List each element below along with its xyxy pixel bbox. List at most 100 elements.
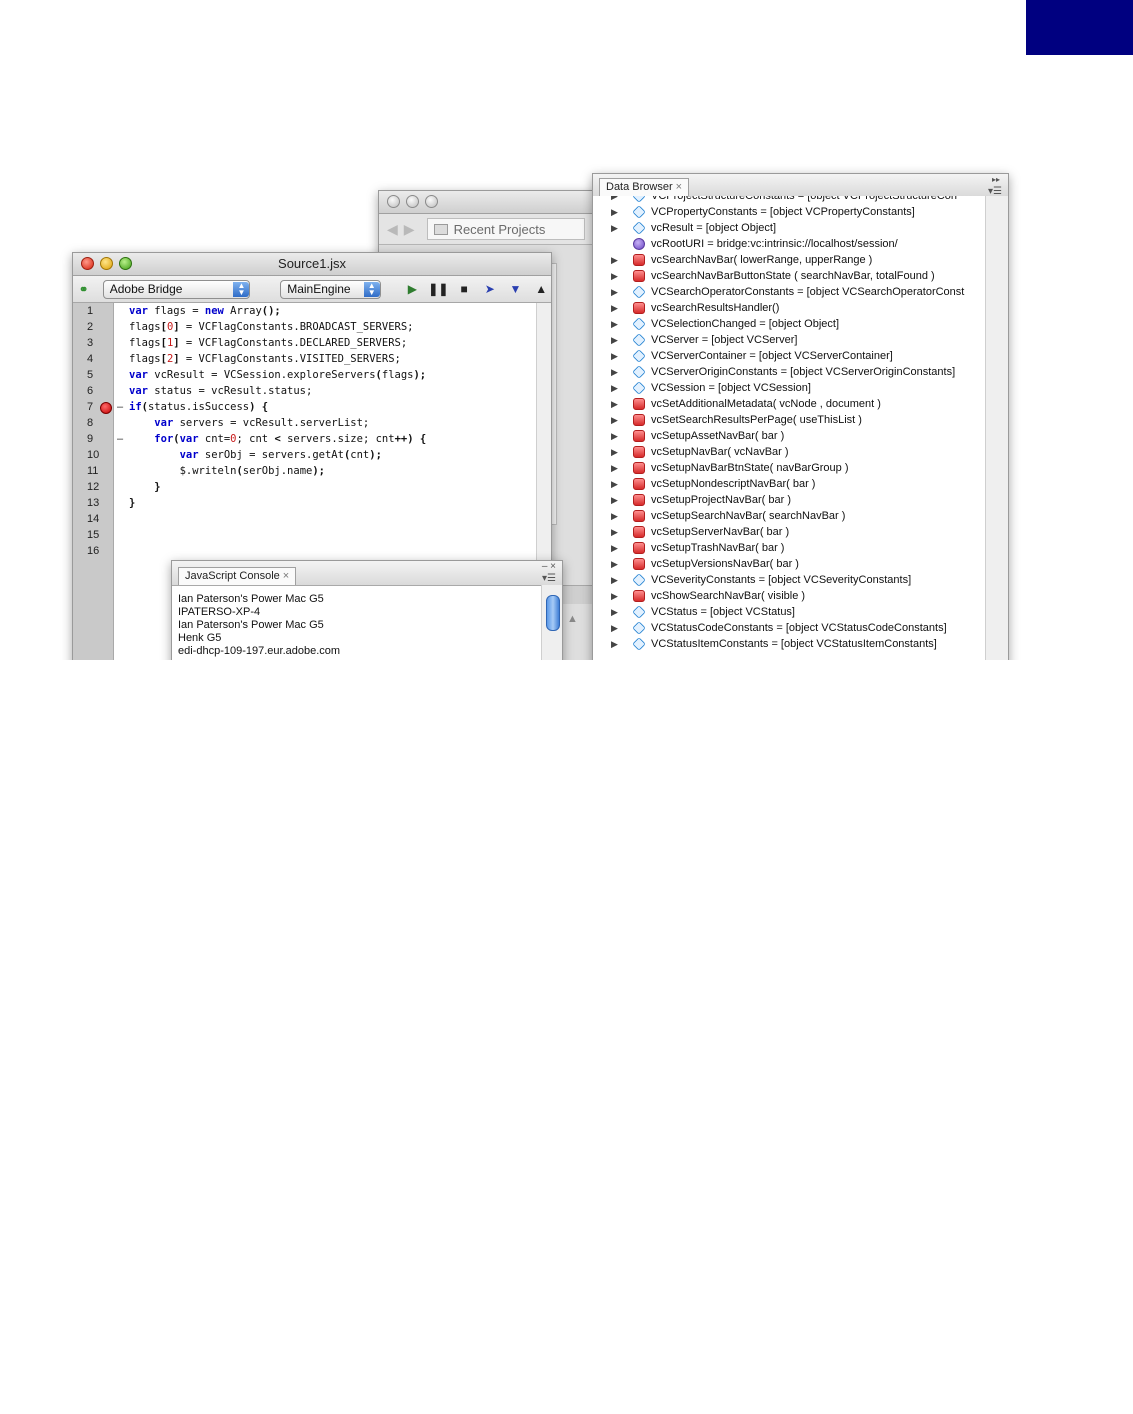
- close-icon[interactable]: [81, 257, 94, 270]
- disclosure-triangle-icon[interactable]: ▶: [611, 620, 618, 636]
- list-item[interactable]: ▶ vcShowSearchNavBar( visible ): [593, 588, 986, 604]
- disclosure-triangle-icon[interactable]: ▶: [611, 428, 618, 444]
- panel-minimize-close-icon[interactable]: – ×: [542, 561, 556, 572]
- disclosure-triangle-icon[interactable]: ▶: [611, 284, 618, 300]
- list-item[interactable]: ▶ vcSetupSearchNavBar( searchNavBar ): [593, 508, 986, 524]
- engine-select[interactable]: MainEngine ▲ ▼: [280, 279, 381, 299]
- disclosure-triangle-icon[interactable]: ▶: [611, 540, 618, 556]
- tab-javascript-console[interactable]: JavaScript Console ×: [178, 567, 297, 585]
- list-item[interactable]: ▶ VCServerContainer = [object VCServerCon…: [593, 348, 986, 364]
- disclosure-triangle-icon[interactable]: ▶: [611, 348, 618, 364]
- list-item[interactable]: ▶ VCSession = [object VCSession]: [593, 380, 986, 396]
- list-item[interactable]: ▶ vcSetupNavBarBtnState( navBarGroup ): [593, 460, 986, 476]
- list-item[interactable]: ▶ vcSetupNavBar( vcNavBar ): [593, 444, 986, 460]
- fold-icon[interactable]: –: [117, 431, 123, 447]
- link-icon[interactable]: ⚭: [79, 283, 97, 296]
- list-item[interactable]: ▶ vcSetupAssetNavBar( bar ): [593, 428, 986, 444]
- list-item[interactable]: ▶ VCServer = [object VCServer]: [593, 332, 986, 348]
- disclosure-triangle-icon[interactable]: ▶: [611, 204, 618, 220]
- stop-icon[interactable]: ■: [454, 282, 474, 296]
- disclosure-triangle-icon[interactable]: ▶: [611, 508, 618, 524]
- disclosure-triangle-icon[interactable]: ▶: [611, 300, 618, 316]
- panel-menu-icon[interactable]: ▾☰: [542, 573, 556, 584]
- close-icon[interactable]: ×: [283, 570, 289, 582]
- list-item[interactable]: ▶ vcSearchResultsHandler(): [593, 300, 986, 316]
- disclosure-triangle-icon[interactable]: ▶: [611, 524, 618, 540]
- disclosure-triangle-icon[interactable]: ▶: [611, 604, 618, 620]
- zoom-icon[interactable]: [119, 257, 132, 270]
- step-over-icon[interactable]: ➤: [480, 282, 500, 296]
- code-line: var status = vcResult.status;: [129, 385, 313, 397]
- code-line: var servers = vcResult.serverList;: [154, 417, 370, 429]
- disclosure-triangle-icon[interactable]: ▶: [611, 476, 618, 492]
- list-item[interactable]: ▶ vcSearchNavBar( lowerRange, upperRange …: [593, 252, 986, 268]
- data-browser-panel: Data Browser × ▸▸ ▾☰ ▶ VCProjectStructureC…: [592, 173, 1009, 675]
- scrollbar[interactable]: [985, 196, 1008, 674]
- object-icon: [632, 317, 646, 331]
- disclosure-triangle-icon[interactable]: ▶: [611, 364, 618, 380]
- disclosure-triangle-icon[interactable]: ▶: [611, 316, 618, 332]
- list-item[interactable]: vcRootURI = bridge:vc:intrinsic://localh…: [593, 236, 986, 252]
- list-item[interactable]: ▶ VCStatus = [object VCStatus]: [593, 604, 986, 620]
- code-line: var flags = new Array();: [129, 305, 281, 317]
- list-item[interactable]: ▶ vcSetAdditionalMetadata( vcNode , docum…: [593, 396, 986, 412]
- forward-arrow-icon[interactable]: ▶: [404, 221, 415, 238]
- step-into-icon[interactable]: ▼: [506, 282, 526, 296]
- list-item[interactable]: ▶ vcResult = [object Object]: [593, 220, 986, 236]
- list-item[interactable]: ▶ vcSearchNavBarButtonState ( searchNavBa…: [593, 268, 986, 284]
- disclosure-triangle-icon[interactable]: ▶: [611, 196, 618, 204]
- run-icon[interactable]: ▶: [403, 282, 423, 296]
- list-item[interactable]: ▶ VCServerOriginConstants = [object VCSer…: [593, 364, 986, 380]
- list-item-label: vcSetupSearchNavBar( searchNavBar ): [651, 510, 846, 522]
- disclosure-triangle-icon[interactable]: ▶: [611, 636, 618, 652]
- disclosure-triangle-icon[interactable]: ▶: [611, 492, 618, 508]
- minimize-icon[interactable]: [406, 195, 419, 208]
- recent-projects-menu[interactable]: Recent Projects: [426, 218, 585, 240]
- close-icon[interactable]: ×: [676, 181, 682, 193]
- disclosure-triangle-icon[interactable]: ▶: [611, 332, 618, 348]
- tab-data-browser[interactable]: Data Browser ×: [599, 178, 690, 196]
- function-icon: [633, 558, 645, 570]
- data-browser-tabbar: Data Browser × ▸▸ ▾☰: [593, 174, 1008, 197]
- list-item[interactable]: ▶ VCSeverityConstants = [object VCSeverit…: [593, 572, 986, 588]
- disclosure-triangle-icon[interactable]: ▶: [611, 220, 618, 236]
- disclosure-triangle-icon[interactable]: ▶: [611, 556, 618, 572]
- disclosure-triangle-icon[interactable]: ▶: [611, 588, 618, 604]
- list-item[interactable]: ▶ vcSetupServerNavBar( bar ): [593, 524, 986, 540]
- disclosure-triangle-icon[interactable]: ▶: [611, 460, 618, 476]
- list-item[interactable]: ▶ VCSearchOperatorConstants = [object VCS…: [593, 284, 986, 300]
- zoom-icon[interactable]: [425, 195, 438, 208]
- list-item[interactable]: ▶ VCStatusItemConstants = [object VCStatu…: [593, 636, 986, 652]
- list-item-label: VCStatus = [object VCStatus]: [651, 606, 795, 618]
- target-app-select[interactable]: Adobe Bridge ▲ ▼: [102, 279, 251, 299]
- back-arrow-icon[interactable]: ◀: [387, 221, 398, 238]
- disclosure-triangle-icon[interactable]: ▶: [611, 380, 618, 396]
- disclosure-triangle-icon[interactable]: ▶: [611, 412, 618, 428]
- disclosure-triangle-icon[interactable]: ▶: [611, 268, 618, 284]
- list-item[interactable]: ▶ vcSetupNondescriptNavBar( bar ): [593, 476, 986, 492]
- disclosure-triangle-icon[interactable]: ▶: [611, 572, 618, 588]
- disclosure-triangle-icon[interactable]: ▶: [611, 444, 618, 460]
- list-item-label: vcSetAdditionalMetadata( vcNode , docume…: [651, 398, 881, 410]
- list-item[interactable]: ▶ VCStatusCodeConstants = [object VCStatu…: [593, 620, 986, 636]
- list-item[interactable]: ▶ VCSelectionChanged = [object Object]: [593, 316, 986, 332]
- list-item[interactable]: ▶ vcSetupProjectNavBar( bar ): [593, 492, 986, 508]
- disclosure-triangle-icon[interactable]: ▶: [611, 252, 618, 268]
- list-item[interactable]: ▶ vcSetupTrashNavBar( bar ): [593, 540, 986, 556]
- list-item[interactable]: ▶ VCPropertyConstants = [object VCPropert…: [593, 204, 986, 220]
- scroll-up-icon[interactable]: ▲: [567, 613, 578, 625]
- list-item[interactable]: ▶ vcSetSearchResultsPerPage( useThisList …: [593, 412, 986, 428]
- pause-icon[interactable]: ❚❚: [428, 282, 448, 296]
- fold-icon[interactable]: –: [117, 399, 123, 415]
- expand-icon[interactable]: ▸▸: [992, 175, 1000, 184]
- function-icon: [633, 446, 645, 458]
- list-item[interactable]: ▶ vcSetupVersionsNavBar( bar ): [593, 556, 986, 572]
- close-icon[interactable]: [387, 195, 400, 208]
- disclosure-triangle-icon[interactable]: ▶: [611, 396, 618, 412]
- scroll-thumb[interactable]: [546, 595, 560, 631]
- step-out-icon[interactable]: ▲: [531, 282, 551, 296]
- list-item[interactable]: ▶ VCProjectStructureConstants = [object V…: [593, 196, 986, 204]
- object-icon: [632, 285, 646, 299]
- minimize-icon[interactable]: [100, 257, 113, 270]
- breakpoint-icon[interactable]: [100, 402, 112, 414]
